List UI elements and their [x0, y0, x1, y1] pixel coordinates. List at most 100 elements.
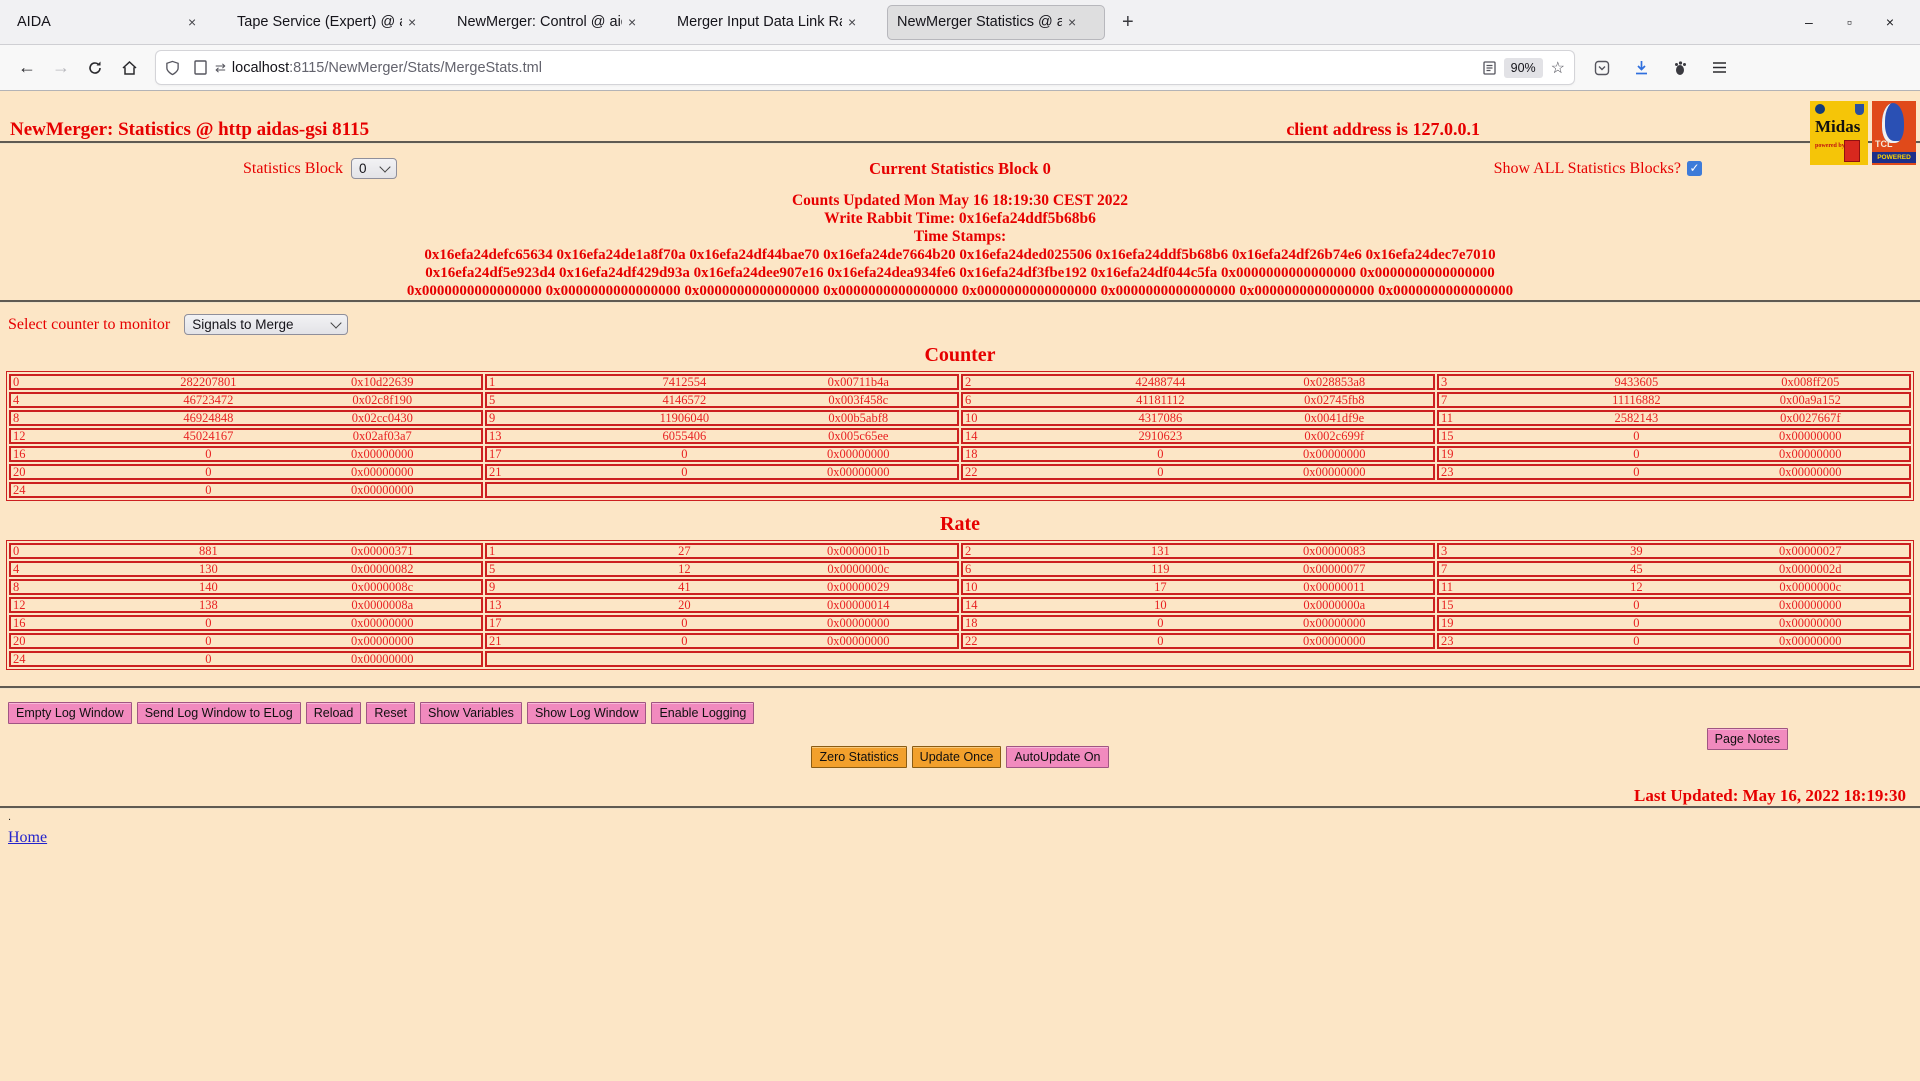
pocket-icon[interactable] — [1594, 60, 1610, 76]
cell-decimal: 0 — [1561, 635, 1711, 647]
cell-hex: 0x00000083 — [1236, 545, 1433, 557]
counter-cell: 1700x00000000 — [485, 446, 959, 462]
enable-logging-button[interactable]: Enable Logging — [651, 702, 754, 724]
divider — [0, 806, 1920, 809]
midas-red-badge — [1844, 140, 1860, 162]
timestamp-line: 0x16efa24df5e923d4 0x16efa24df429d93a 0x… — [0, 264, 1920, 282]
cell-hex: 0x00000077 — [1236, 563, 1433, 575]
reader-mode-icon[interactable] — [1483, 61, 1496, 75]
cell-decimal: 0 — [133, 448, 283, 460]
tcl-powered-text: POWERED — [1872, 152, 1916, 163]
page-content: Midas powered by TCL POWERED NewMerger: … — [0, 91, 1920, 1081]
cell-hex: 0x00000011 — [1236, 581, 1433, 593]
page-notes-button[interactable]: Page Notes — [1707, 728, 1788, 750]
url-host: localhost — [232, 60, 289, 76]
update-once-button[interactable]: Update Once — [912, 746, 1002, 768]
show-variables-button[interactable]: Show Variables — [420, 702, 522, 724]
cell-index: 19 — [1439, 617, 1561, 629]
forward-button[interactable]: → — [44, 52, 78, 84]
cell-hex: 0x003f458c — [760, 394, 957, 406]
bookmark-star-icon[interactable]: ☆ — [1551, 58, 1565, 78]
shield-icon[interactable] — [165, 60, 180, 76]
cell-decimal: 0 — [1085, 466, 1235, 478]
cell-index: 6 — [963, 394, 1085, 406]
show-all-checkbox[interactable]: ✓ — [1687, 161, 1702, 176]
statistics-block-select[interactable]: 0 — [351, 158, 397, 179]
counter-cell: 61190x00000077 — [961, 561, 1435, 577]
counter-cell: 541465720x003f458c — [485, 392, 959, 408]
cell-hex: 0x00000000 — [284, 484, 481, 496]
counter-cell: 1043170860x0041df9e — [961, 410, 1435, 426]
url-path: :8115/NewMerger/Stats/MergeStats.tml — [289, 60, 542, 76]
reload-button[interactable]: Reload — [306, 702, 362, 724]
counter-cell: 41300x00000082 — [9, 561, 483, 577]
page-info-icon[interactable] — [194, 60, 207, 75]
url-bar[interactable]: ⇄ localhost:8115/NewMerger/Stats/MergeSt… — [156, 51, 1574, 84]
reset-button[interactable]: Reset — [366, 702, 415, 724]
empty-log-window-button[interactable]: Empty Log Window — [8, 702, 132, 724]
cell-hex: 0x00000000 — [1712, 635, 1909, 647]
zero-statistics-button[interactable]: Zero Statistics — [811, 746, 906, 768]
close-button[interactable]: × — [1886, 14, 1894, 30]
send-log-window-to-elog-button[interactable]: Send Log Window to ELog — [137, 702, 301, 724]
cell-hex: 0x00000371 — [284, 545, 481, 557]
cell-hex: 0x00000000 — [1712, 430, 1909, 442]
show-log-window-button[interactable]: Show Log Window — [527, 702, 647, 724]
tab-close-icon[interactable]: × — [188, 14, 196, 30]
cell-decimal: 881 — [133, 545, 283, 557]
cell-index: 22 — [963, 635, 1085, 647]
url-text[interactable]: localhost:8115/NewMerger/Stats/MergeStat… — [232, 60, 1483, 76]
cell-index: 3 — [1439, 376, 1561, 388]
cell-index: 5 — [487, 394, 609, 406]
reload-button[interactable] — [78, 52, 112, 84]
browser-tab[interactable]: Tape Service (Expert) @ aidas× — [228, 6, 444, 39]
browser-tab[interactable]: Merger Input Data Link Rates× — [668, 6, 884, 39]
back-button[interactable]: ← — [10, 52, 44, 84]
cell-hex: 0x0000000c — [760, 563, 957, 575]
minimize-button[interactable]: – — [1805, 14, 1813, 30]
cell-decimal: 0 — [133, 635, 283, 647]
browser-tab[interactable]: AIDA× — [8, 6, 224, 39]
cell-hex: 0x00000000 — [284, 448, 481, 460]
autoupdate-on-button[interactable]: AutoUpdate On — [1006, 746, 1108, 768]
home-button[interactable] — [112, 52, 146, 84]
counter-cell: 4467234720x02c8f190 — [9, 392, 483, 408]
cell-index: 17 — [487, 617, 609, 629]
cell-decimal: 2910623 — [1085, 430, 1235, 442]
page-header: NewMerger: Statistics @ http aidas-gsi 8… — [0, 91, 1920, 141]
cell-index: 1 — [487, 545, 609, 557]
zoom-level-chip[interactable]: 90% — [1504, 58, 1543, 78]
download-icon[interactable] — [1634, 60, 1649, 76]
tab-close-icon[interactable]: × — [408, 14, 416, 30]
counter-cell: 2400x00000000 — [9, 482, 483, 498]
browser-tab[interactable]: NewMerger: Control @ aidas× — [448, 6, 664, 39]
cell-index: 4 — [11, 563, 133, 575]
counts-updated: Counts Updated Mon May 16 18:19:30 CEST … — [0, 192, 1920, 210]
extension-foot-icon[interactable] — [1673, 60, 1688, 76]
new-tab-button[interactable]: + — [1116, 11, 1140, 34]
midas-logo-text: Midas — [1815, 117, 1860, 137]
browser-tab[interactable]: NewMerger Statistics @ aida× — [888, 6, 1104, 39]
cell-index: 11 — [1439, 412, 1561, 424]
divider — [0, 141, 1920, 144]
cell-decimal: 0 — [1561, 466, 1711, 478]
counter-cell: 7450x0000002d — [1437, 561, 1911, 577]
cell-hex: 0x0027667f — [1712, 412, 1909, 424]
dot-text: . — [8, 813, 1920, 821]
statistics-block-row: Statistics Block 0 Current Statistics Bl… — [0, 158, 1920, 179]
cell-index: 9 — [487, 412, 609, 424]
cell-index: 12 — [11, 430, 133, 442]
tab-close-icon[interactable]: × — [848, 14, 856, 30]
home-link[interactable]: Home — [8, 829, 47, 847]
cell-decimal: 131 — [1085, 545, 1235, 557]
counter-select[interactable]: Signals to Merge — [184, 314, 348, 335]
counter-cell: 9410x00000029 — [485, 579, 959, 595]
tracking-toggle-icon[interactable]: ⇄ — [215, 60, 226, 76]
tab-close-icon[interactable]: × — [1068, 14, 1076, 30]
maximize-button[interactable]: ▫ — [1847, 14, 1852, 30]
cell-index: 24 — [11, 484, 133, 496]
cell-index: 13 — [487, 599, 609, 611]
hamburger-menu-icon[interactable] — [1712, 61, 1727, 74]
cell-decimal: 11906040 — [609, 412, 759, 424]
tab-close-icon[interactable]: × — [628, 14, 636, 30]
